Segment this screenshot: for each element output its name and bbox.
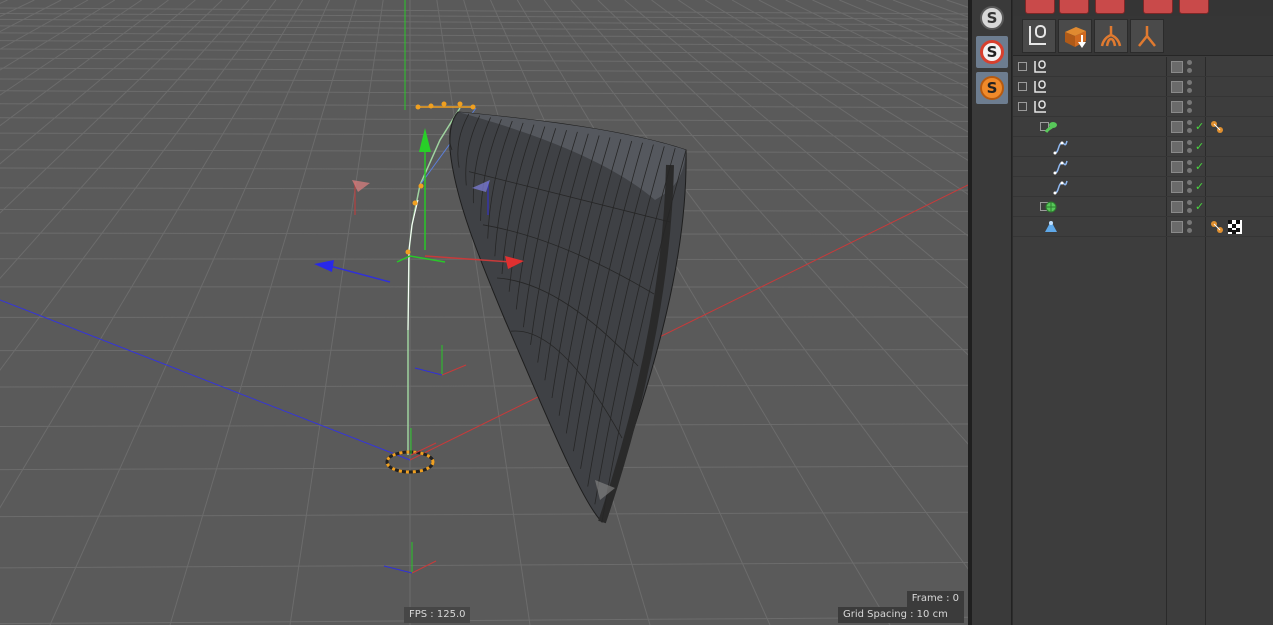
layer-icon[interactable] — [1171, 161, 1183, 173]
material-tag-icon[interactable] — [1228, 220, 1242, 234]
null-icon — [1033, 59, 1049, 75]
cinema4d-window: Frame : 0 FPS : 125.0 Grid Spacing : 10 … — [0, 0, 1273, 625]
object-row-capsule[interactable] — [1013, 217, 1273, 237]
sweep-icon — [1043, 119, 1059, 135]
split-icon — [1138, 26, 1156, 47]
layer-icon[interactable] — [1171, 121, 1183, 133]
spline-icon — [1053, 179, 1069, 195]
null-axis-marker-upper — [414, 345, 467, 376]
enabled-check-icon[interactable]: ✓ — [1195, 177, 1204, 197]
visibility-dots-icon[interactable] — [1187, 160, 1193, 174]
visibility-dots-icon[interactable] — [1187, 120, 1193, 134]
layer-icon[interactable] — [1171, 81, 1183, 93]
object-row-c[interactable] — [1013, 97, 1273, 117]
capsule-icon — [1043, 219, 1059, 235]
phong-tag-icon[interactable] — [1210, 120, 1224, 134]
object-row-subdivision-surface[interactable]: ✓ — [1013, 197, 1273, 217]
render-icon[interactable] — [1025, 0, 1055, 14]
object-toolbar — [1013, 16, 1273, 56]
enabled-check-icon[interactable]: ✓ — [1195, 157, 1204, 177]
grid-spacing-readout: Grid Spacing : 10 cm — [838, 607, 964, 623]
picture-viewer-icon[interactable] — [1143, 0, 1173, 14]
visibility-dots-icon[interactable] — [1187, 100, 1193, 114]
floor-grid — [0, 0, 968, 625]
frame-readout: Frame : 0 — [906, 591, 964, 607]
visibility-dots-icon[interactable] — [1187, 200, 1193, 214]
spline-icon — [1053, 139, 1069, 155]
enabled-check-icon[interactable]: ✓ — [1195, 137, 1204, 157]
expand-toggle-icon[interactable] — [1018, 62, 1027, 71]
layer-icon[interactable] — [1171, 141, 1183, 153]
subdivision-icon — [1043, 199, 1059, 215]
layer-icon[interactable] — [1171, 221, 1183, 233]
layer-icon[interactable] — [1171, 61, 1183, 73]
object-list: ✓ ✓ ✓ ✓ ✓ — [1013, 57, 1273, 625]
object-row-spline[interactable]: ✓ — [1013, 177, 1273, 197]
null-icon — [1033, 99, 1049, 115]
expand-toggle-icon[interactable] — [1018, 82, 1027, 91]
enabled-check-icon[interactable]: ✓ — [1195, 117, 1204, 137]
object-row-circle[interactable]: ✓ — [1013, 137, 1273, 157]
visibility-dots-icon[interactable] — [1187, 60, 1193, 74]
null-object-button[interactable] — [1022, 19, 1056, 53]
visibility-dots-icon[interactable] — [1187, 140, 1193, 154]
3d-viewport[interactable]: Frame : 0 FPS : 125.0 Grid Spacing : 10 … — [0, 0, 968, 625]
object-manager: ✓ ✓ ✓ ✓ ✓ — [1013, 0, 1273, 625]
split-button[interactable] — [1130, 19, 1164, 53]
render-queue-icon[interactable] — [1179, 0, 1209, 14]
enabled-check-icon[interactable]: ✓ — [1195, 197, 1204, 217]
render-settings-icon[interactable] — [1059, 0, 1089, 14]
solo-off-button[interactable]: S — [976, 2, 1008, 34]
symmetry-button[interactable] — [1094, 19, 1128, 53]
object-row-b[interactable] — [1013, 77, 1273, 97]
object-row-rectangle[interactable]: ✓ — [1013, 157, 1273, 177]
object-row-sweep[interactable]: ✓ — [1013, 117, 1273, 137]
expand-toggle-icon[interactable] — [1018, 102, 1027, 111]
top-icon-strip — [1013, 0, 1273, 16]
visibility-dots-icon[interactable] — [1187, 220, 1193, 234]
solo-single-button[interactable]: S — [976, 36, 1008, 68]
null-icon — [1033, 79, 1049, 95]
layer-icon[interactable] — [1171, 181, 1183, 193]
layer-icon[interactable] — [1171, 201, 1183, 213]
solo-single-icon: S — [980, 40, 1004, 64]
symmetry-icon — [1100, 26, 1122, 47]
phong-tag-icon[interactable] — [1210, 220, 1224, 234]
solo-off-icon: S — [980, 6, 1004, 30]
solo-hierarchy-icon: S — [980, 76, 1004, 100]
spline-icon — [1053, 159, 1069, 175]
render-region-icon[interactable] — [1095, 0, 1125, 14]
world-z-axis — [0, 299, 411, 461]
solo-palette: S S S — [972, 0, 1012, 625]
solo-hierarchy-button[interactable]: S — [976, 72, 1008, 104]
visibility-dots-icon[interactable] — [1187, 80, 1193, 94]
fps-readout: FPS : 125.0 — [404, 607, 471, 623]
layer-icon[interactable] — [1171, 101, 1183, 113]
connect-objects-button[interactable] — [1058, 19, 1092, 53]
null-object-icon — [1029, 25, 1046, 45]
visibility-dots-icon[interactable] — [1187, 180, 1193, 194]
viewport-scene[interactable] — [0, 0, 968, 625]
connect-objects-icon — [1065, 27, 1086, 48]
object-row-a[interactable] — [1013, 57, 1273, 77]
